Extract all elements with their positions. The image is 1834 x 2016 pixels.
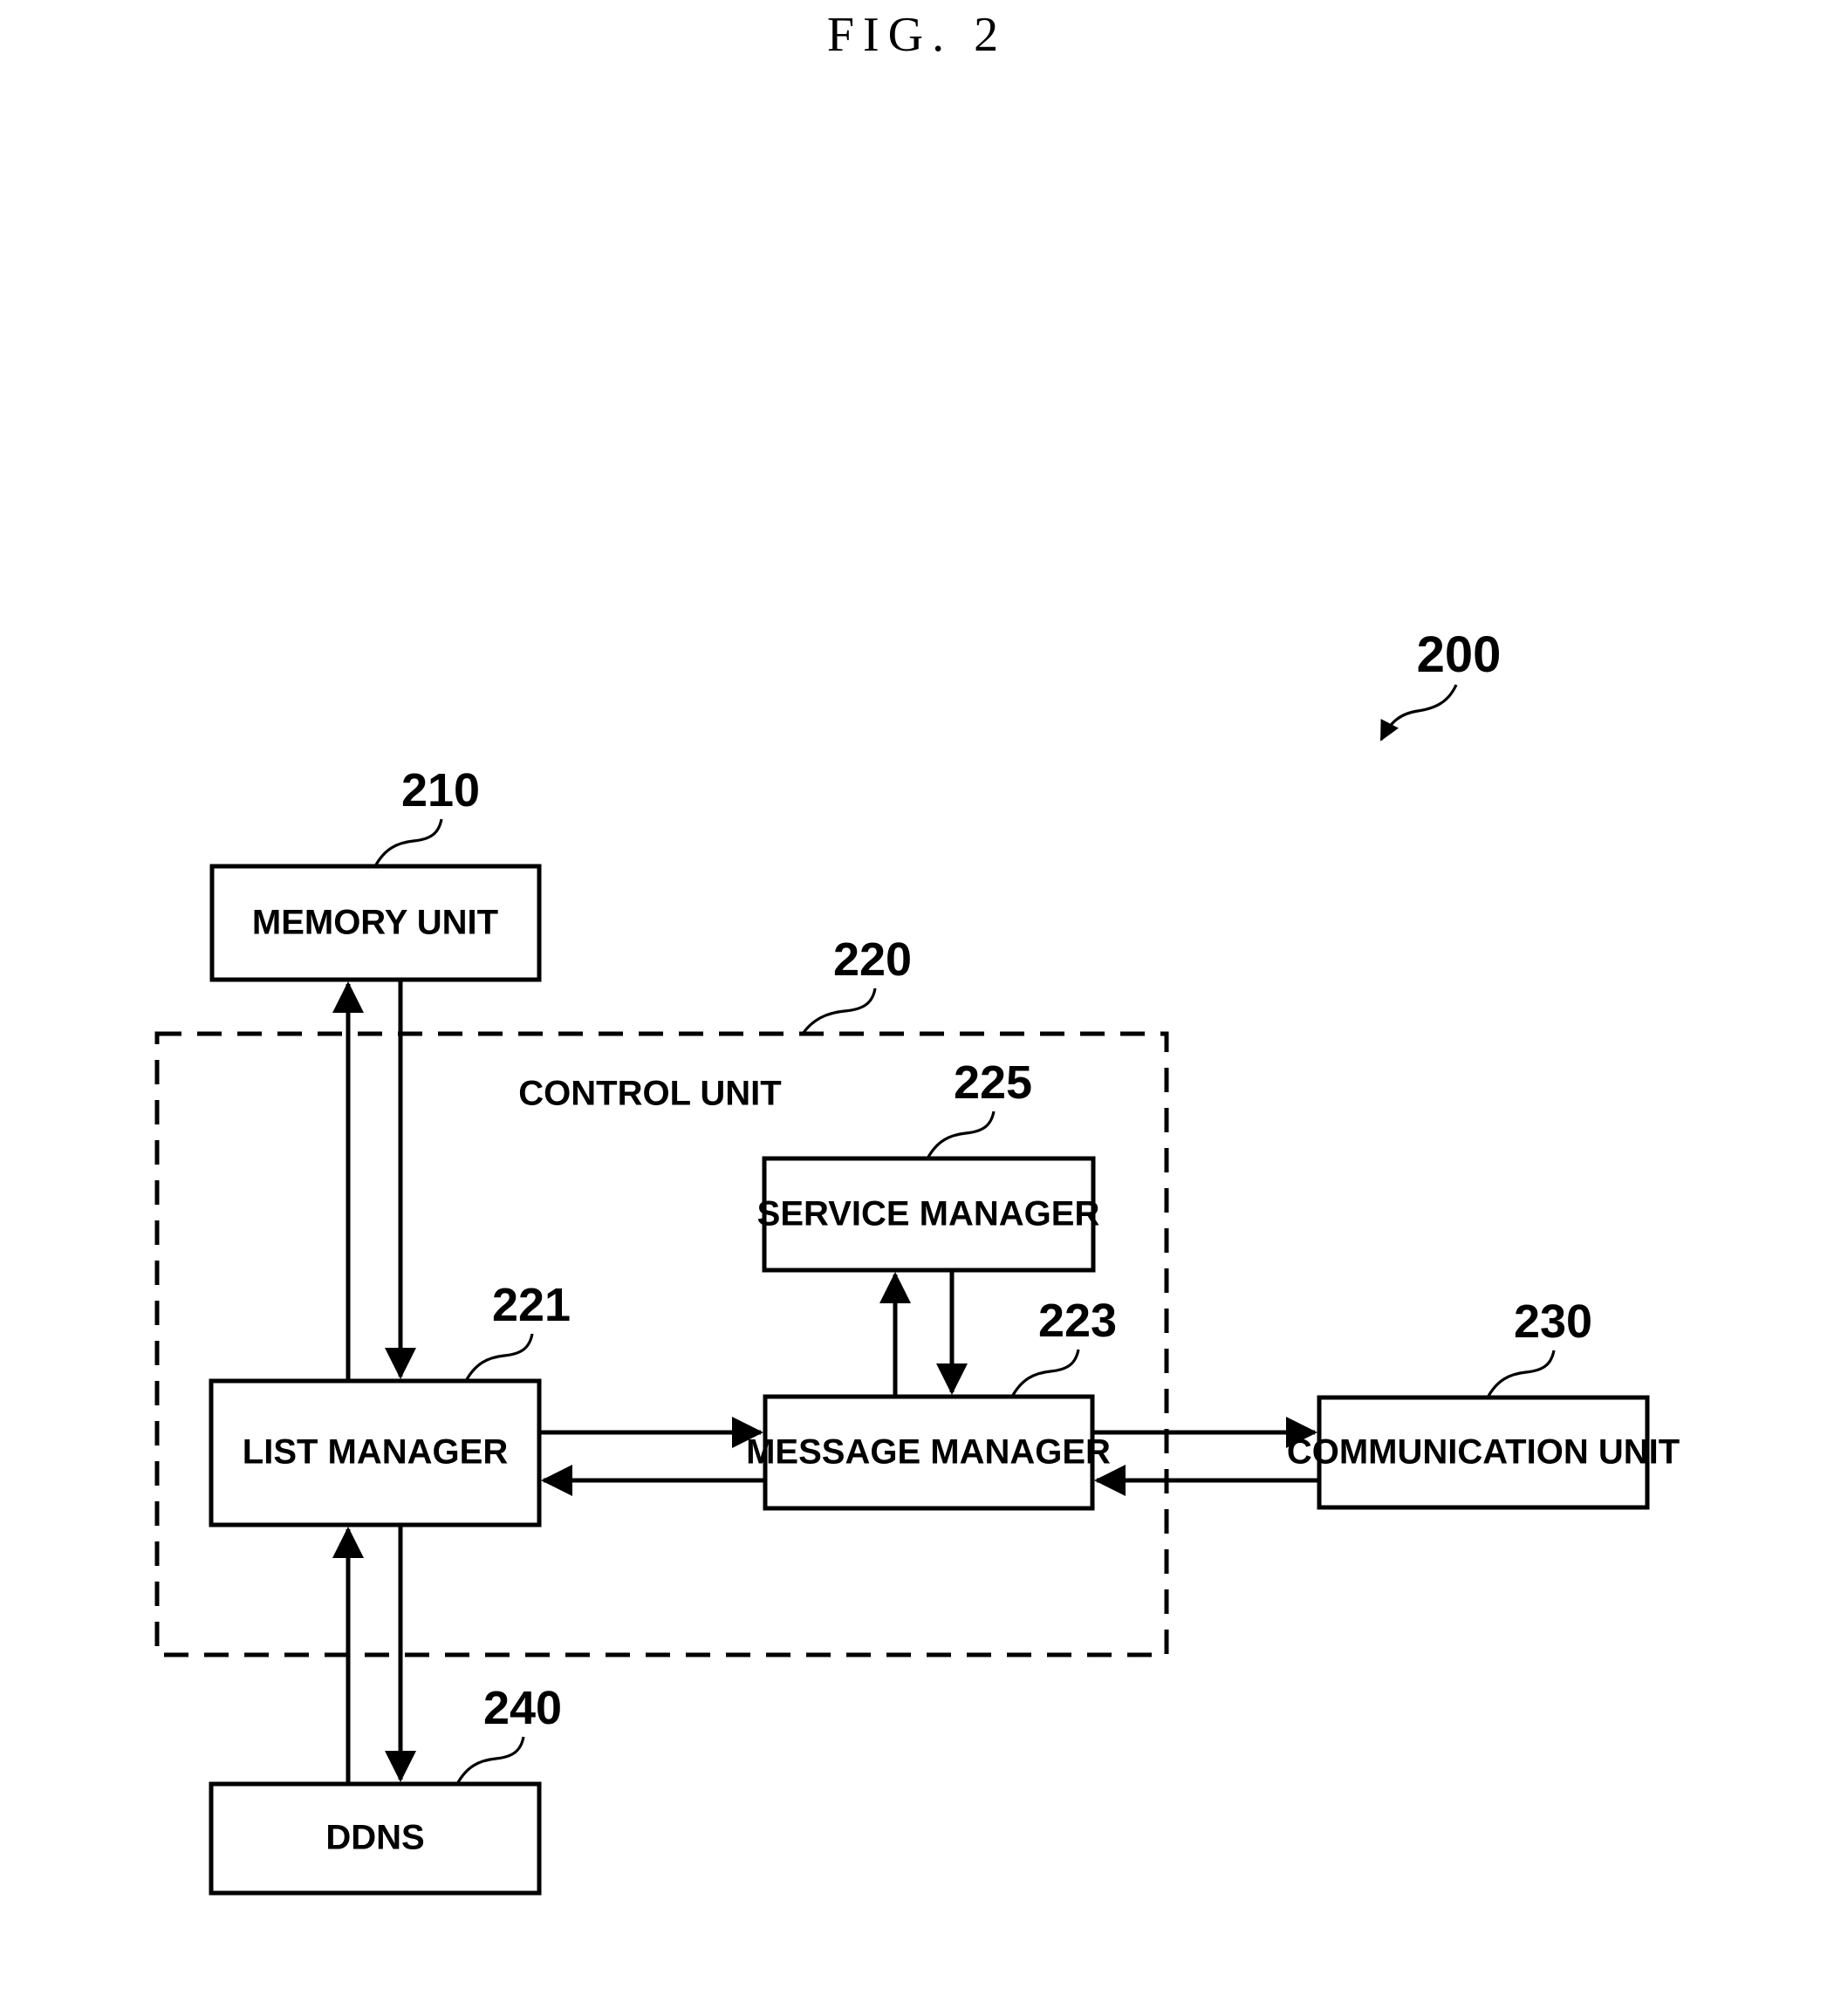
control-unit-ref-leader xyxy=(801,987,877,1035)
control-unit-label: CONTROL UNIT xyxy=(518,1075,781,1113)
block-service-manager-label: SERVICE MANAGER xyxy=(757,1195,1100,1234)
list-manager-ref-leader xyxy=(464,1333,534,1382)
message-manager-ref-number: 223 xyxy=(1038,1295,1117,1347)
ddns-ref-leader xyxy=(455,1736,525,1785)
service-manager-ref-leader xyxy=(926,1111,996,1159)
control-unit-boundary xyxy=(154,1031,1169,1657)
system-ref-number: 200 xyxy=(1417,626,1502,683)
block-communication-unit-label: COMMUNICATION UNIT xyxy=(1287,1433,1680,1472)
communication-unit-ref-leader xyxy=(1486,1350,1556,1398)
communication-unit-ref-number: 230 xyxy=(1514,1295,1592,1348)
memory-unit-ref-number: 210 xyxy=(401,764,480,817)
memory-unit-ref-leader xyxy=(373,818,443,867)
block-list-manager-label: LIST MANAGER xyxy=(243,1433,509,1472)
ddns-ref-number: 240 xyxy=(483,1682,562,1734)
service-manager-ref-number: 225 xyxy=(954,1056,1032,1109)
system-ref-leader xyxy=(1379,684,1458,741)
block-memory-unit-label: MEMORY UNIT xyxy=(252,904,498,942)
control-unit-ref-number: 220 xyxy=(833,933,912,986)
message-manager-ref-leader xyxy=(1010,1349,1080,1398)
patent-figure-diagram: CONTROL UNIT 220 MEMORY UNIT 210 SERVICE… xyxy=(154,626,1680,1896)
list-manager-ref-number: 221 xyxy=(492,1279,571,1331)
block-ddns-label: DDNS xyxy=(325,1819,424,1857)
block-message-manager-label: MESSAGE MANAGER xyxy=(746,1433,1111,1472)
